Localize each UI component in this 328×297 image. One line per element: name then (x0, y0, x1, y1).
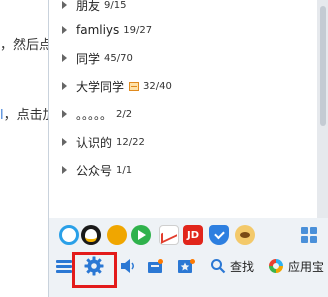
collapse-arrow-icon (62, 138, 67, 146)
notification-dot (158, 259, 163, 264)
group-row-official-accounts[interactable]: 公众号 1/1 (49, 156, 317, 184)
group-count: 1/1 (116, 164, 133, 176)
document-text: ，点击加 (3, 108, 48, 123)
group-row-university-classmates[interactable]: 大学同学 32/40 (49, 72, 317, 100)
jd-icon[interactable]: JD (183, 225, 203, 245)
qzone-icon[interactable] (59, 225, 79, 245)
group-count: 2/2 (116, 108, 133, 120)
group-row-famliys[interactable]: famliys 19/27 (49, 16, 317, 44)
wallet-icon[interactable] (107, 225, 127, 245)
group-count: 19/27 (123, 24, 153, 36)
group-count: 32/40 (143, 80, 172, 92)
collapse-arrow-icon (62, 82, 67, 90)
notification-dot (190, 259, 195, 264)
favorites-icon[interactable] (175, 256, 195, 276)
group-name: 公众号 (76, 163, 113, 178)
group-name: 朋友 (76, 0, 101, 13)
group-name: 认识的 (76, 135, 113, 150)
app-grid-icon[interactable] (301, 227, 317, 243)
pet-icon[interactable] (235, 225, 255, 245)
group-row-acquaintances[interactable]: 认识的 12/22 (49, 128, 317, 156)
contact-group-list: 朋友 9/15 famliys 19/27 同学 45/70 大学同学 32/4… (49, 0, 317, 218)
group-count: 12/22 (116, 136, 145, 148)
message-box-icon[interactable] (145, 256, 165, 276)
qq-pet-icon[interactable] (81, 225, 101, 245)
collapse-arrow-icon (62, 166, 67, 174)
mail-icon (129, 81, 140, 91)
settings-highlight-box (72, 252, 117, 288)
group-count: 9/15 (104, 0, 127, 11)
scrollbar-thumb[interactable] (320, 6, 326, 126)
collapse-arrow-icon (62, 1, 67, 9)
background-document: ，然后点 l，点击加 (0, 0, 48, 297)
hamburger-menu-icon[interactable] (55, 256, 73, 276)
collapse-arrow-icon (62, 26, 67, 34)
speaker-icon[interactable] (119, 256, 137, 276)
collapse-arrow-icon (62, 110, 67, 118)
search-icon (210, 259, 226, 274)
group-row-classmates[interactable]: 同学 45/70 (49, 44, 317, 72)
search-button[interactable]: 查找 (207, 256, 257, 276)
group-name: 同学 (76, 51, 101, 66)
stock-icon[interactable] (159, 225, 179, 245)
app-store-icon (268, 259, 283, 273)
vertical-scrollbar[interactable] (317, 0, 328, 218)
group-name: famliys (76, 23, 120, 37)
tencent-video-icon[interactable] (131, 225, 151, 245)
app-shortcut-bar: JD (49, 222, 328, 248)
search-label: 查找 (229, 259, 254, 274)
document-text-line: ，然后点 (0, 38, 48, 53)
group-name: 大学同学 (76, 79, 125, 94)
group-row-dots[interactable]: 。。。。。 2/2 (49, 100, 317, 128)
collapse-arrow-icon (62, 54, 67, 62)
group-name: 。。。。。 (76, 107, 113, 122)
group-count: 45/70 (104, 52, 133, 64)
qq-guard-icon[interactable] (209, 225, 229, 245)
qq-main-panel: 朋友 9/15 famliys 19/27 同学 45/70 大学同学 32/4… (48, 0, 328, 297)
app-store-button[interactable]: 应用宝 (265, 256, 327, 276)
app-store-label: 应用宝 (287, 259, 324, 274)
document-text-line: l，点击加 (0, 104, 48, 123)
